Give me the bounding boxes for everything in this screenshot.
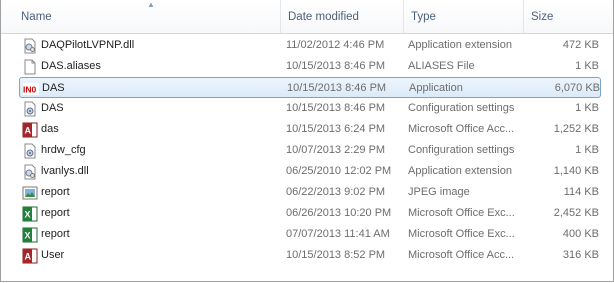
file-row[interactable]: X report 06/26/2013 10:20 PM Microsoft O… [19, 203, 601, 224]
excel-icon: X [22, 206, 38, 222]
column-header-date-modified[interactable]: Date modified [280, 0, 403, 33]
labview-app-icon-text: IN0 [23, 85, 37, 95]
file-size: 1,140 KB [553, 165, 599, 177]
dll-icon [22, 164, 38, 180]
file-date: 10/15/2013 8:46 PM [287, 82, 387, 94]
file-row[interactable]: X report 07/07/2013 11:41 AM Microsoft O… [19, 224, 601, 245]
file-name: DAS.aliases [41, 60, 101, 72]
file-date: 10/15/2013 8:52 PM [286, 249, 386, 261]
file-type: Microsoft Office Exc... [408, 207, 515, 219]
file-type: Configuration settings [408, 102, 515, 114]
config-icon [22, 143, 38, 159]
column-header-name[interactable]: Name [14, 0, 280, 33]
file-name: hrdw_cfg [41, 144, 86, 156]
column-header-bar: ▲ Name Date modified Type Size [1, 0, 613, 34]
file-type: Configuration settings [408, 144, 515, 156]
access-icon: A [22, 248, 38, 264]
file-size: 2,452 KB [553, 207, 599, 219]
file-date: 06/26/2013 10:20 PM [286, 207, 392, 219]
file-name: das [41, 123, 59, 135]
file-size: 1 KB [575, 102, 599, 114]
file-size: 1 KB [575, 144, 599, 156]
file-type: Microsoft Office Exc... [408, 228, 515, 240]
file-date: 10/07/2013 2:29 PM [286, 144, 386, 156]
file-type: Application extension [408, 39, 512, 51]
file-date: 07/07/2013 11:41 AM [286, 228, 390, 240]
file-name: DAS [41, 102, 64, 114]
file-list-pane: ▲ Name Date modified Type Size DAQPilotL… [0, 0, 614, 282]
excel-icon-text: X [25, 210, 31, 220]
blank-file-icon [22, 59, 38, 75]
file-date: 11/02/2012 4:46 PM [286, 39, 385, 51]
excel-icon-text: X [25, 231, 31, 241]
file-type: ALIASES File [408, 60, 475, 72]
file-date: 06/25/2010 12:02 PM [286, 165, 392, 177]
column-header-size[interactable]: Size [523, 0, 613, 33]
access-icon-text: A [25, 126, 32, 136]
file-size: 472 KB [562, 39, 599, 51]
file-row[interactable]: hrdw_cfg 10/07/2013 2:29 PM Configuratio… [19, 140, 601, 161]
access-icon-text: A [25, 252, 32, 262]
file-name: lvanlys.dll [41, 165, 89, 177]
file-type: JPEG image [408, 186, 470, 198]
file-row[interactable]: DAQPilotLVPNP.dll 11/02/2012 4:46 PM App… [19, 35, 601, 56]
file-size: 316 KB [562, 249, 599, 261]
file-row[interactable]: lvanlys.dll 06/25/2010 12:02 PM Applicat… [19, 161, 601, 182]
file-type: Application extension [408, 165, 512, 177]
file-type: Microsoft Office Acc... [408, 123, 515, 135]
column-header-type[interactable]: Type [403, 0, 523, 33]
file-type: Microsoft Office Acc... [408, 249, 515, 261]
jpeg-icon [22, 185, 38, 201]
file-size: 1 KB [575, 60, 599, 72]
file-size: 400 KB [562, 228, 599, 240]
dll-icon [22, 38, 38, 54]
file-type: Application [409, 82, 463, 94]
file-row-selected[interactable]: IN0 DAS 10/15/2013 8:46 PM Application 6… [19, 77, 601, 98]
file-date: 10/15/2013 6:24 PM [286, 123, 386, 135]
labview-app-icon: IN0 [23, 81, 39, 97]
file-date: 10/15/2013 8:46 PM [286, 60, 386, 72]
excel-icon: X [22, 227, 38, 243]
file-row[interactable]: A User 10/15/2013 8:52 PM Microsoft Offi… [19, 245, 601, 266]
file-name: report [41, 207, 70, 219]
file-name: DAS [42, 82, 65, 94]
file-size: 6,070 KB [554, 82, 600, 94]
file-row[interactable]: DAS 10/15/2013 8:46 PM Configuration set… [19, 98, 601, 119]
file-row[interactable]: report 06/22/2013 9:02 PM JPEG image 114… [19, 182, 601, 203]
file-date: 06/22/2013 9:02 PM [286, 186, 386, 198]
file-name: report [41, 228, 70, 240]
file-size: 114 KB [563, 186, 599, 198]
file-name: report [41, 186, 70, 198]
file-row[interactable]: DAS.aliases 10/15/2013 8:46 PM ALIASES F… [19, 56, 601, 77]
file-row[interactable]: A das 10/15/2013 6:24 PM Microsoft Offic… [19, 119, 601, 140]
file-size: 1,252 KB [553, 123, 599, 135]
config-icon [22, 101, 38, 117]
file-name: DAQPilotLVPNP.dll [41, 39, 135, 51]
access-icon: A [22, 122, 38, 138]
file-name: User [41, 249, 65, 261]
file-date: 10/15/2013 8:46 PM [286, 102, 386, 114]
